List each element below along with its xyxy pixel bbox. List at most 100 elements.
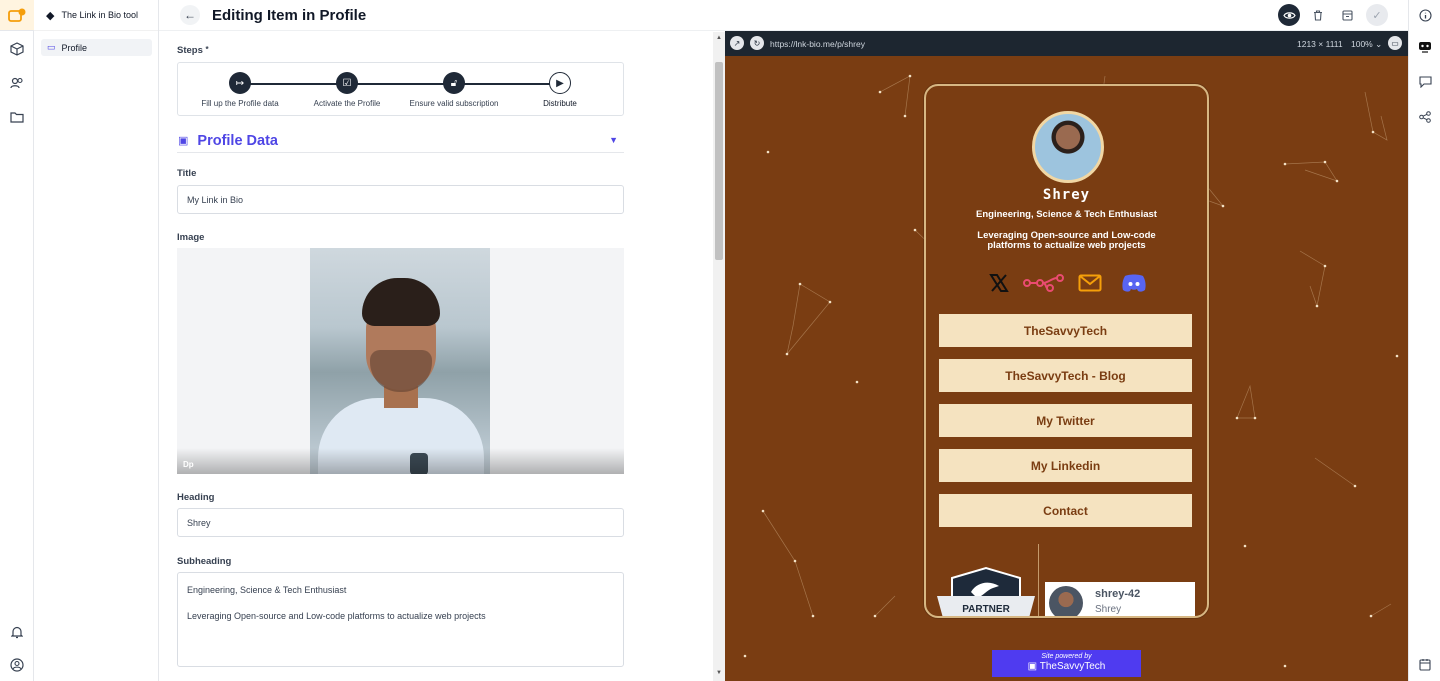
subheading-line: Leveraging Open-source and Low-code plat… <box>187 610 486 621</box>
editor-header: ← Editing Item in Profile <box>159 0 725 31</box>
chat-icon[interactable] <box>1417 74 1433 90</box>
chevron-down-icon: ⌄ <box>1375 39 1383 49</box>
preview-subheading: Engineering, Science & Tech Enthusiast <box>976 209 1157 220</box>
step-label: Fill up the Profile data <box>201 99 279 108</box>
arrow-to-line-icon: ↦ <box>229 72 251 94</box>
archive-icon[interactable] <box>1336 4 1358 26</box>
app-root: ◆ The Link in Bio tool ▭ Profile ← Editi… <box>0 0 1440 681</box>
preview-panel: ✓ ↗ ↻ https://lnk-bio.me/p/shrey 1213 × … <box>725 0 1408 681</box>
partner-badge[interactable]: PARTNER <box>937 566 1035 618</box>
share-icon[interactable] <box>1417 109 1433 125</box>
right-rail <box>1408 0 1440 681</box>
zoom-select[interactable]: 100% ⌄ <box>1351 39 1382 50</box>
preview-address-bar: ↗ ↻ https://lnk-bio.me/p/shrey 1213 × 11… <box>725 31 1408 56</box>
partner-label: PARTNER <box>962 604 1010 615</box>
discord-icon[interactable] <box>1120 270 1148 296</box>
editor-panel: ← Editing Item in Profile Steps * ↦ Fill… <box>159 0 725 681</box>
card-name: Shrey <box>1095 604 1122 615</box>
sidebar-item-profile[interactable]: ▭ Profile <box>41 39 152 56</box>
steps-stepper: ↦ Fill up the Profile data ☑ Activate th… <box>177 62 624 116</box>
step-label: Ensure valid subscription <box>409 99 499 108</box>
refresh-icon[interactable]: ↻ <box>750 36 764 50</box>
arrow-left-icon: ← <box>184 8 196 22</box>
info-icon[interactable] <box>1417 7 1433 23</box>
step-label: Activate the Profile <box>313 99 381 108</box>
footer-divider <box>1038 544 1039 616</box>
link-button[interactable]: TheSavvyTech <box>939 314 1192 347</box>
lock-icon: 🔓︎ <box>443 72 465 94</box>
profile-card[interactable]: shrey-42 Shrey <box>1045 582 1195 616</box>
preview-url[interactable]: https://lnk-bio.me/p/shrey <box>770 39 865 49</box>
step-subscription[interactable]: 🔓︎ Ensure valid subscription <box>399 72 509 108</box>
account-icon[interactable] <box>9 657 25 673</box>
preview-description: Leveraging Open-source and Low-code plat… <box>977 230 1156 252</box>
trash-icon[interactable] <box>1307 4 1329 26</box>
step-distribute[interactable]: ▶ Distribute <box>505 72 615 108</box>
scrollbar[interactable]: ▲ ▼ <box>713 32 725 681</box>
eye-icon[interactable] <box>1278 4 1300 26</box>
sidebar-item-label: Profile <box>61 42 88 53</box>
link-button[interactable]: Contact <box>939 494 1192 527</box>
section-title: Profile Data <box>197 132 278 149</box>
check-icon[interactable]: ✓ <box>1366 4 1388 26</box>
page-title: Editing Item in Profile <box>212 6 367 24</box>
powered-brand: ▣ TheSavvyTech <box>1027 661 1106 672</box>
title-input[interactable]: My Link in Bio <box>177 185 624 214</box>
x-icon[interactable] <box>985 270 1013 296</box>
left-rail <box>0 0 34 681</box>
editor-scroll-area[interactable]: Steps * ↦ Fill up the Profile data ☑ Act… <box>159 32 713 681</box>
link-button[interactable]: My Linkedin <box>939 449 1192 482</box>
brand-logo-icon <box>8 8 26 22</box>
profile-card-icon: ▣ <box>178 135 189 147</box>
link-button[interactable]: My Twitter <box>939 404 1192 437</box>
open-external-icon[interactable]: ↗ <box>730 36 744 50</box>
bell-icon[interactable] <box>9 624 25 640</box>
scroll-up-icon[interactable]: ▲ <box>716 35 722 41</box>
calendar-icon[interactable] <box>1417 656 1433 672</box>
agent-icon[interactable] <box>1417 38 1433 54</box>
preview-name: Shrey <box>1042 187 1091 203</box>
link-button[interactable]: TheSavvyTech - Blog <box>939 359 1192 392</box>
app-sidebar: ◆ The Link in Bio tool ▭ Profile <box>34 0 159 681</box>
steps-label: Steps * <box>177 45 209 56</box>
social-links <box>926 270 1207 296</box>
subheading-label: Subheading <box>177 556 232 567</box>
app-header[interactable]: ◆ The Link in Bio tool <box>34 0 158 31</box>
step-activate[interactable]: ☑ Activate the Profile <box>292 72 402 108</box>
email-icon[interactable] <box>1076 270 1104 296</box>
back-button[interactable]: ← <box>180 5 200 25</box>
app-name: The Link in Bio tool <box>61 10 139 20</box>
powered-by-badge[interactable]: Site powered by ▣ TheSavvyTech <box>992 650 1141 677</box>
users-icon[interactable] <box>9 75 25 91</box>
box-icon[interactable] <box>9 41 25 57</box>
n8n-icon[interactable] <box>1022 270 1066 296</box>
folder-icon[interactable] <box>9 109 25 125</box>
chevron-down-icon[interactable]: ▼ <box>609 135 618 145</box>
brand-mini-icon: ▣ <box>1027 661 1038 672</box>
preview-avatar <box>1032 111 1104 183</box>
heading-input[interactable]: Shrey <box>177 508 624 537</box>
profile-data-section[interactable]: ▣ Profile Data ▼ <box>177 129 624 153</box>
subheading-textarea[interactable]: Engineering, Science & Tech Enthusiast L… <box>177 572 624 667</box>
diamond-icon: ◆ <box>46 9 55 22</box>
preview-canvas: Shrey Engineering, Science & Tech Enthus… <box>725 56 1408 681</box>
title-label: Title <box>177 168 197 179</box>
preview-dimensions: 1213 × 1111 <box>1297 39 1343 49</box>
heading-label: Heading <box>177 492 215 503</box>
preview-toolbar: ✓ <box>725 0 1408 31</box>
image-caption: Dp <box>183 460 194 469</box>
link-in-bio-page: Shrey Engineering, Science & Tech Enthus… <box>924 84 1209 618</box>
check-square-icon: ☑ <box>336 72 358 94</box>
present-icon: ▶ <box>549 72 571 94</box>
image-upload[interactable]: Dp <box>177 248 624 474</box>
brand-logo[interactable] <box>0 0 34 31</box>
image-label: Image <box>177 232 205 243</box>
scrollbar-thumb[interactable] <box>715 62 723 260</box>
step-fill-profile[interactable]: ↦ Fill up the Profile data <box>185 72 295 108</box>
step-label: Distribute <box>543 99 577 108</box>
powered-label: Site powered by <box>1041 653 1092 660</box>
device-toggle-icon[interactable]: ▭ <box>1388 36 1402 50</box>
monitor-icon: ▭ <box>47 42 56 52</box>
scroll-down-icon[interactable]: ▼ <box>716 670 722 676</box>
card-handle: shrey-42 <box>1095 588 1141 600</box>
